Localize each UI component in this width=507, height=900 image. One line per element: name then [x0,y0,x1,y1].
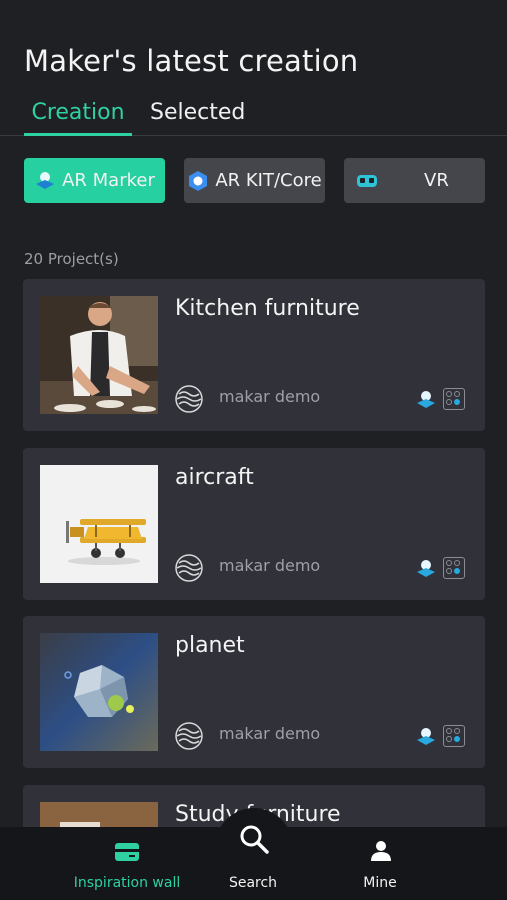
project-title: aircraft [175,465,254,490]
project-thumbnail [40,465,158,583]
page-title: Maker's latest creation [24,44,359,78]
filter-ar-marker-label: AR Marker [62,170,155,191]
grid-icon [443,557,465,579]
filter-vr-label: VR [424,170,449,191]
project-card[interactable]: aircraft makar demo [23,448,485,600]
vr-headset-icon [356,170,378,192]
author-logo-icon [175,722,203,750]
grid-icon [443,388,465,410]
filter-arkit-button[interactable]: AR KIT/Core [184,158,325,203]
ar-marker-icon [415,558,437,580]
card-icon [115,843,139,861]
bottom-nav: Inspiration wall Search Mine [0,825,507,900]
nav-mine-label: Mine [363,875,397,891]
author-name: makar demo [219,724,321,743]
nav-inspiration-wall[interactable]: Inspiration wall [60,827,194,900]
tab-creation[interactable]: Creation [24,100,132,136]
tab-selected[interactable]: Selected [150,100,245,136]
filter-ar-marker-button[interactable]: AR Marker [24,158,165,203]
arkit-icon [187,170,209,192]
nav-mine[interactable]: Mine [340,827,420,900]
author-logo-icon [175,554,203,582]
project-card[interactable]: planet makar demo [23,616,485,768]
nav-search-label: Search [228,875,278,891]
search-icon [240,825,269,854]
author-name: makar demo [219,387,321,406]
project-card[interactable]: Kitchen furniture makar demo [23,279,485,431]
tab-bar: Creation Selected [0,96,507,136]
ar-marker-icon [415,389,437,411]
project-thumbnail [40,633,158,751]
nav-inspiration-label: Inspiration wall [73,875,181,891]
project-title: Kitchen furniture [175,296,360,321]
nav-search[interactable]: Search [213,825,293,900]
ar-marker-icon [34,170,56,192]
filter-arkit-label: AR KIT/Core [215,170,322,191]
person-icon [371,841,391,861]
project-title: planet [175,633,245,658]
project-count: 20 Project(s) [24,250,119,268]
ar-marker-icon [415,726,437,748]
grid-icon [443,725,465,747]
author-logo-icon [175,385,203,413]
filter-vr-button[interactable]: VR [344,158,485,203]
author-name: makar demo [219,556,321,575]
project-thumbnail [40,296,158,414]
